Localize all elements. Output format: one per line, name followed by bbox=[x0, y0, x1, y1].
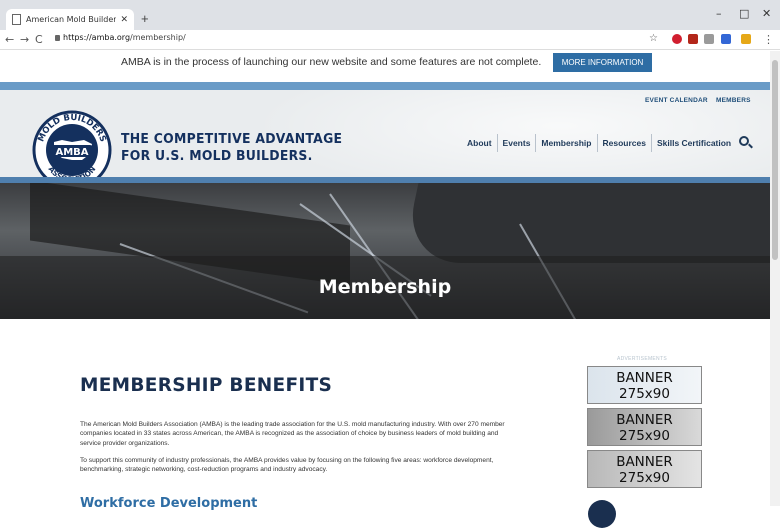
banner-size: 275x90 bbox=[619, 428, 670, 444]
ad-banner[interactable]: BANNER 275x90 bbox=[587, 366, 702, 404]
tagline-line-2: FOR U.S. MOLD BUILDERS. bbox=[121, 148, 313, 164]
maximize-button[interactable]: □ bbox=[739, 7, 749, 20]
nav-events[interactable]: Events bbox=[496, 134, 536, 152]
announcement-text: AMBA is in the process of launching our … bbox=[121, 56, 542, 68]
back-button[interactable]: ← bbox=[5, 33, 14, 46]
ad-banner[interactable]: BANNER 275x90 bbox=[587, 408, 702, 446]
reload-button[interactable]: C bbox=[35, 33, 43, 46]
page-icon bbox=[12, 14, 21, 25]
search-icon[interactable] bbox=[739, 136, 749, 146]
lock-icon bbox=[55, 35, 60, 41]
browser-tabstrip: American Mold Builders Associat ✕ + – □ … bbox=[0, 0, 780, 30]
new-tab-button[interactable]: + bbox=[141, 11, 149, 26]
nav-about[interactable]: About bbox=[462, 134, 497, 152]
nav-resources[interactable]: Resources bbox=[596, 134, 651, 152]
hero-image-plate bbox=[401, 183, 770, 263]
amba-logo[interactable]: MOLD BUILDERS ASSOCIATION AMBA bbox=[32, 110, 112, 178]
site-tagline: THE COMPETITIVE ADVANTAGE FOR U.S. MOLD … bbox=[121, 131, 342, 165]
close-tab-icon[interactable]: ✕ bbox=[120, 15, 128, 25]
tagline-line-1: THE COMPETITIVE ADVANTAGE bbox=[121, 131, 343, 147]
scrollbar-thumb[interactable] bbox=[772, 60, 778, 260]
address-bar[interactable]: https://amba.org/membership/ bbox=[63, 33, 186, 42]
ad-banner[interactable]: BANNER 275x90 bbox=[587, 450, 702, 488]
members-link[interactable]: MEMBERS bbox=[716, 97, 751, 104]
extension-badge-icon[interactable] bbox=[721, 34, 731, 44]
nav-skills-certification[interactable]: Skills Certification bbox=[650, 134, 736, 152]
close-window-button[interactable]: ✕ bbox=[762, 7, 771, 20]
announcement-bar: AMBA is in the process of launching our … bbox=[0, 51, 770, 75]
divider-band bbox=[0, 82, 770, 90]
more-information-button[interactable]: MORE INFORMATION bbox=[553, 53, 652, 72]
advertisements-label: ADVERTISEMENTS bbox=[617, 356, 667, 362]
nav-membership[interactable]: Membership bbox=[535, 134, 596, 152]
url-host: https://amba.org bbox=[63, 33, 131, 42]
main-nav: About Events Membership Resources Skills… bbox=[462, 134, 736, 152]
banner-size: 275x90 bbox=[619, 386, 670, 402]
extension-icon[interactable] bbox=[704, 34, 714, 44]
support-paragraph: To support this community of industry pr… bbox=[80, 457, 494, 474]
url-path: /membership/ bbox=[130, 33, 186, 42]
pinterest-extension-icon[interactable] bbox=[672, 34, 682, 44]
banner-title: BANNER bbox=[616, 454, 673, 470]
event-calendar-link[interactable]: EVENT CALENDAR bbox=[645, 97, 708, 104]
logo-text: AMBA bbox=[55, 147, 88, 158]
tab-title: American Mold Builders Associat bbox=[26, 15, 117, 24]
banner-size: 275x90 bbox=[619, 470, 670, 486]
bookmark-star-icon[interactable]: ☆ bbox=[649, 33, 658, 44]
page-heading: MEMBERSHIP BENEFITS bbox=[80, 375, 333, 396]
section-heading: Workforce Development bbox=[80, 496, 258, 511]
hero-banner: Membership bbox=[0, 183, 770, 319]
site-header: EVENT CALENDAR MEMBERS MOLD BUILDERS ASS… bbox=[0, 90, 770, 178]
profile-extension-icon[interactable] bbox=[741, 34, 751, 44]
sidebar-badge bbox=[588, 500, 616, 528]
pdf-extension-icon[interactable] bbox=[688, 34, 698, 44]
browser-toolbar: ← → C https://amba.org/membership/ ☆ ⋮ bbox=[0, 30, 780, 50]
intro-paragraph: The American Mold Builders Association (… bbox=[80, 421, 505, 447]
minimize-button[interactable]: – bbox=[716, 7, 722, 20]
hero-title: Membership bbox=[318, 276, 452, 298]
forward-button[interactable]: → bbox=[20, 33, 29, 46]
browser-tab[interactable]: American Mold Builders Associat ✕ bbox=[6, 9, 134, 30]
banner-title: BANNER bbox=[616, 370, 673, 386]
banner-title: BANNER bbox=[616, 412, 673, 428]
browser-menu-icon[interactable]: ⋮ bbox=[763, 33, 774, 46]
